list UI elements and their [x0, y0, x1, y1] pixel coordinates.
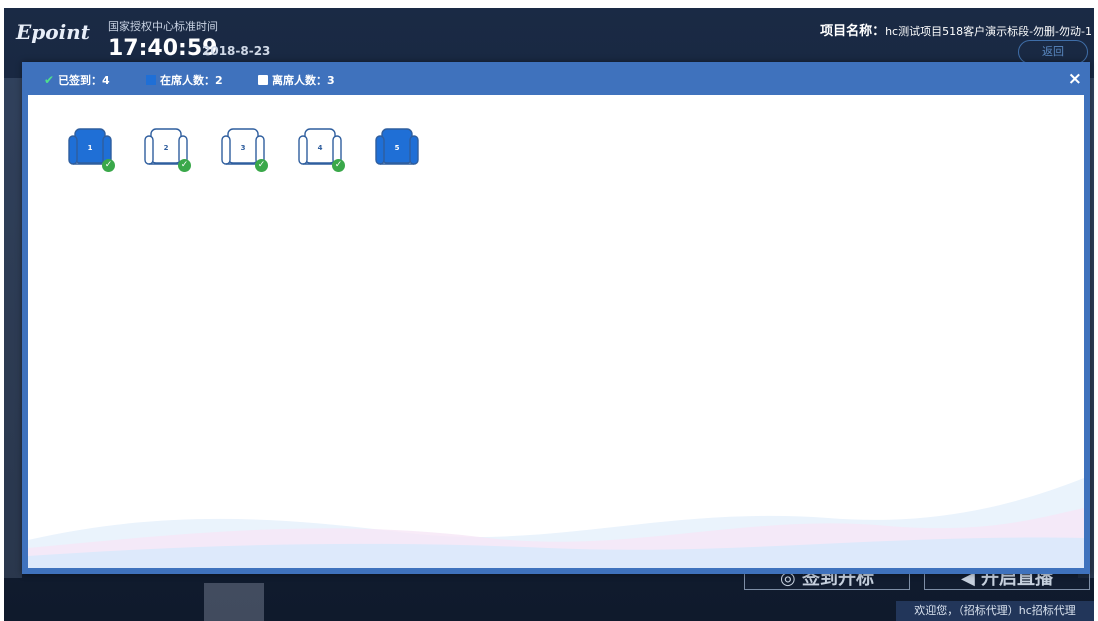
dialog-header: ✔ 已签到：4 在席人数：2 离席人数：3 ×: [22, 62, 1090, 95]
background-photo-strip: [4, 78, 22, 578]
back-button[interactable]: 返回: [1018, 40, 1088, 64]
signed-check-icon: ✓: [332, 159, 345, 172]
white-square-icon: [258, 75, 268, 85]
seat-1[interactable]: 1 ✓: [68, 128, 116, 174]
seat-status-dialog: ✔ 已签到：4 在席人数：2 离席人数：3 × 1 ✓ 2 ✓ 3 ✓ 4 ✓ 5: [22, 62, 1090, 574]
decorative-waves: [28, 478, 1084, 568]
signed-check-icon: ✓: [255, 159, 268, 172]
legend-present-label: 在席人数：2: [160, 74, 223, 87]
seat-2[interactable]: 2 ✓: [144, 128, 192, 174]
clock-date: 2018-8-23: [202, 44, 271, 58]
standard-time-label: 国家授权中心标准时间: [108, 20, 218, 33]
close-icon[interactable]: ×: [1068, 69, 1082, 89]
welcome-user: 欢迎您，（招标代理）hc招标代理: [896, 601, 1094, 621]
legend-signed: ✔ 已签到：4: [44, 72, 110, 88]
seat-4[interactable]: 4 ✓: [298, 128, 346, 174]
background-photo-strip: [204, 583, 264, 621]
seat-3[interactable]: 3 ✓: [221, 128, 269, 174]
seat-5[interactable]: 5: [375, 128, 423, 174]
project-info: 项目名称：hc测试项目518客户演示标段-勿删-勿动-1: [820, 20, 1092, 39]
project-name: hc测试项目518客户演示标段-勿删-勿动-1: [885, 25, 1092, 38]
seat-number: 4: [317, 144, 323, 152]
legend-absent-label: 离席人数：3: [272, 74, 335, 87]
signed-check-icon: ✓: [102, 159, 115, 172]
check-icon: ✔: [44, 73, 55, 87]
seat-number: 5: [394, 144, 400, 152]
legend-present: 在席人数：2: [146, 72, 223, 88]
seat-number: 3: [240, 144, 246, 152]
legend-signed-label: 已签到：4: [58, 74, 110, 87]
seat-area: 1 ✓ 2 ✓ 3 ✓ 4 ✓ 5: [28, 95, 1084, 568]
seat-number: 1: [87, 144, 93, 152]
blue-square-icon: [146, 75, 156, 85]
seat-number: 2: [163, 144, 169, 152]
epoint-logo: Epoint: [16, 20, 90, 44]
signed-check-icon: ✓: [178, 159, 191, 172]
legend-absent: 离席人数：3: [258, 72, 335, 88]
project-label: 项目名称：: [820, 24, 886, 39]
